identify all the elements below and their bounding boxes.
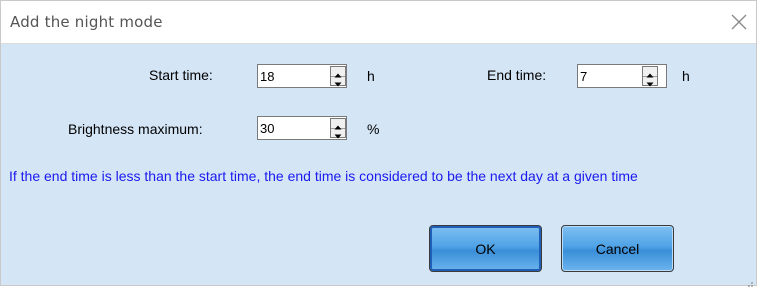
close-icon[interactable] xyxy=(728,11,750,33)
brightness-unit: % xyxy=(367,121,380,137)
start-time-unit: h xyxy=(367,68,375,84)
start-time-spin-buttons[interactable] xyxy=(330,66,346,87)
end-time-input[interactable] xyxy=(580,66,640,86)
ok-button[interactable]: OK xyxy=(429,225,542,272)
night-mode-dialog: Add the night mode Start time: h End t xyxy=(0,0,757,287)
title-bar: Add the night mode xyxy=(1,1,756,44)
cancel-button[interactable]: Cancel xyxy=(561,225,674,272)
brightness-maximum-input[interactable] xyxy=(260,118,320,138)
start-time-label: Start time: xyxy=(149,67,213,83)
end-time-spinner[interactable] xyxy=(577,64,667,88)
end-time-label: End time: xyxy=(487,67,547,83)
dialog-title: Add the night mode xyxy=(10,13,163,31)
start-time-spinner[interactable] xyxy=(257,64,347,88)
spin-down-icon[interactable] xyxy=(331,76,345,87)
spin-down-icon[interactable] xyxy=(331,128,345,139)
brightness-maximum-label: Brightness maximum: xyxy=(68,121,203,137)
end-time-unit: h xyxy=(682,68,690,84)
spin-down-icon[interactable] xyxy=(643,76,657,87)
resize-grip-icon[interactable] xyxy=(746,275,754,287)
brightness-spin-buttons[interactable] xyxy=(330,118,346,139)
end-time-note: If the end time is less than the start t… xyxy=(9,168,638,184)
end-time-spin-buttons[interactable] xyxy=(642,66,658,87)
brightness-maximum-spinner[interactable] xyxy=(257,116,347,140)
start-time-input[interactable] xyxy=(260,66,320,86)
dialog-body: Start time: h End time: xyxy=(1,44,756,287)
